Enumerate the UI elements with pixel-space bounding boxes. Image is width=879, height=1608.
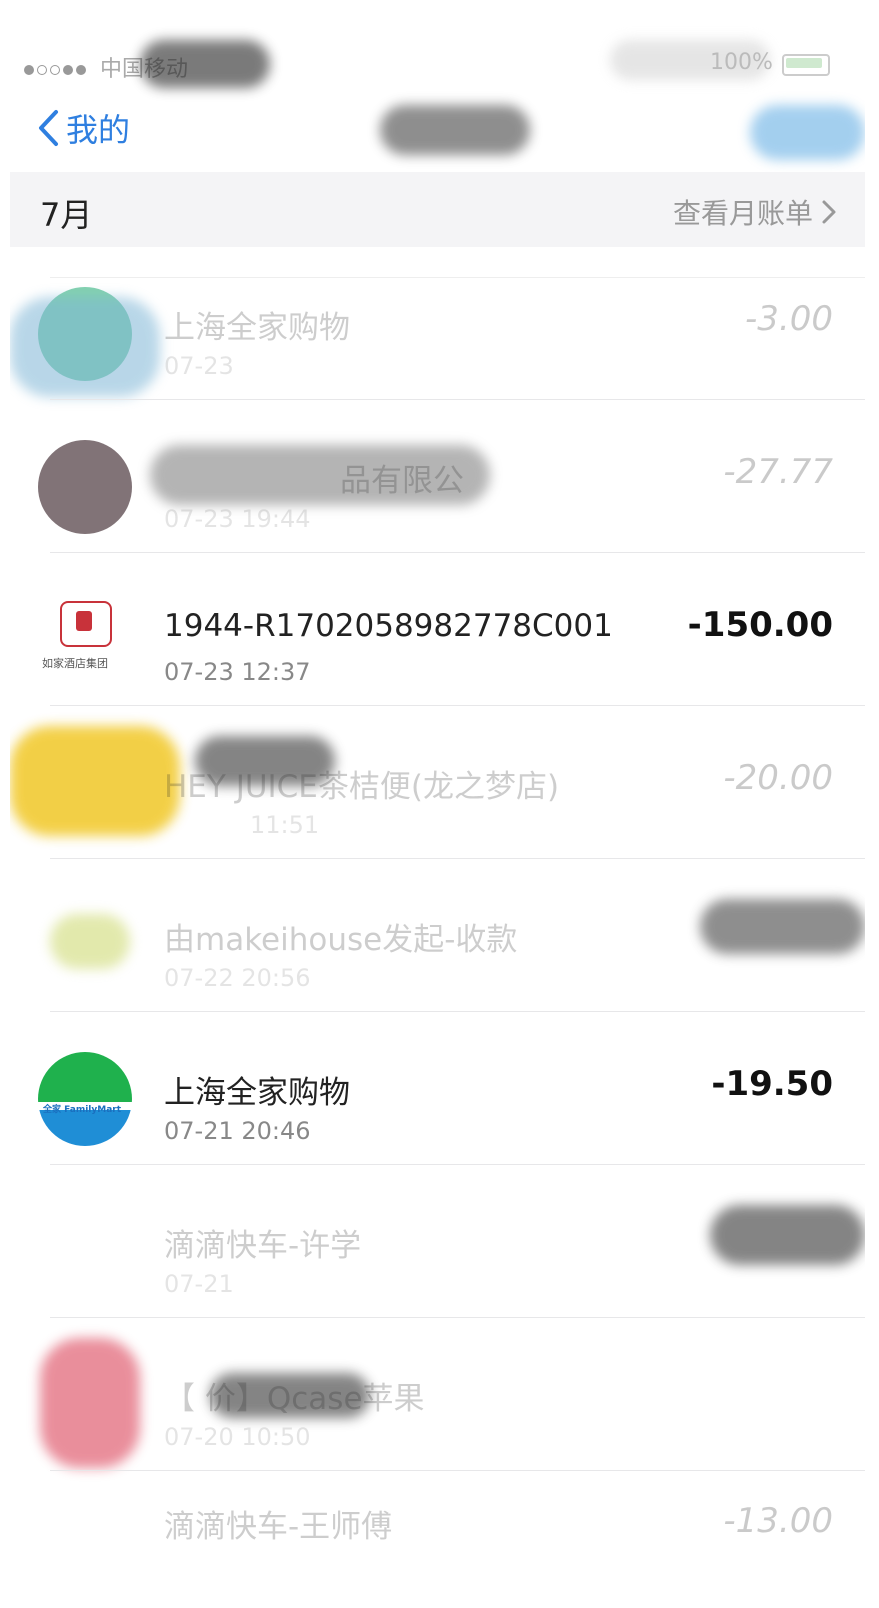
transaction-row[interactable]: 品有限公 07-23 19:44 -27.77 [10, 400, 865, 553]
transaction-amount: -150.00 [687, 605, 833, 645]
transaction-row[interactable]: HEY JUICE茶桔便(龙之梦店) 11:51 -20.00 [10, 706, 865, 859]
navigation-bar: 我的 [10, 95, 865, 170]
logo-caption: 如家酒店集团 [42, 657, 108, 670]
battery-percent: 100% [710, 50, 773, 75]
seal-icon [60, 601, 112, 647]
transaction-row[interactable]: 上海全家购物 07-23 -3.00 [10, 247, 865, 400]
redaction-mark [710, 1205, 865, 1265]
redaction-mark [10, 297, 160, 397]
transaction-title: HEY JUICE茶桔便(龙之梦店) [164, 769, 560, 805]
transaction-time: 07-23 12:37 [164, 658, 311, 686]
view-monthly-bill-link[interactable]: 查看月账单 [673, 192, 837, 232]
transaction-title: 滴滴快车-王师傅 [164, 1509, 393, 1545]
transaction-title: 上海全家购物 [164, 1075, 350, 1111]
transaction-amount: -19.50 [711, 1064, 833, 1104]
phone-screen: 中国移动 100% 我的 7月 查看月账单 上海全家购物 [10, 0, 865, 1608]
transaction-time: 07-23 [164, 352, 234, 380]
transaction-title: 上海全家购物 [164, 310, 350, 346]
transaction-title: 品有限公 [340, 463, 464, 499]
transaction-amount: -20.00 [723, 758, 833, 798]
transaction-time: 07-22 20:56 [164, 964, 311, 992]
transaction-amount: -13.00 [723, 1501, 833, 1541]
transaction-row[interactable]: 滴滴快车-许学 07-21 [10, 1165, 865, 1318]
logo-caption: 全家 FamilyMart [43, 1105, 122, 1115]
transaction-title: 由makeihouse发起-收款 [164, 922, 518, 958]
familymart-logo: 全家 FamilyMart [38, 1052, 132, 1146]
transaction-time: 11:51 [250, 811, 320, 839]
chevron-right-icon [822, 200, 836, 224]
transaction-time: 07-21 20:46 [164, 1117, 311, 1145]
month-label: 7月 [40, 196, 93, 234]
redaction-mark [380, 105, 530, 155]
transaction-time: 07-21 [164, 1270, 234, 1298]
transaction-row[interactable]: 滴滴快车-王师傅 -13.00 [10, 1471, 865, 1608]
transaction-title: 滴滴快车-许学 [164, 1228, 362, 1264]
redaction-mark [750, 105, 865, 160]
transaction-title: 1944-R1702058982778C001 [164, 608, 613, 644]
transaction-amount: -27.77 [723, 452, 833, 492]
transaction-time: 07-23 19:44 [164, 505, 311, 533]
redaction-mark [140, 40, 270, 88]
transaction-time: 07-20 10:50 [164, 1423, 311, 1451]
transaction-row[interactable]: 如家酒店集团 1944-R1702058982778C001 07-23 12:… [10, 553, 865, 706]
back-button[interactable]: 我的 [36, 103, 130, 153]
merchant-avatar [38, 440, 132, 534]
redaction-mark [10, 726, 180, 836]
redaction-mark [700, 899, 865, 954]
redaction-mark [50, 914, 130, 969]
transaction-list: 上海全家购物 07-23 -3.00 品有限公 07-23 19:44 -27.… [10, 247, 865, 1608]
back-label: 我的 [66, 111, 131, 149]
redaction-mark [40, 1338, 140, 1468]
status-bar: 中国移动 100% [10, 40, 865, 90]
chevron-left-icon [39, 110, 58, 146]
transaction-row[interactable]: 由makeihouse发起-收款 07-22 20:56 [10, 859, 865, 1012]
transaction-title: 【 价】Qcase苹果 [164, 1381, 425, 1417]
battery-icon [782, 54, 830, 76]
signal-strength-icon [24, 60, 89, 79]
transaction-row[interactable]: 全家 FamilyMart 上海全家购物 07-21 20:46 -19.50 [10, 1012, 865, 1165]
hotel-logo: 如家酒店集团 [38, 593, 132, 687]
transaction-amount: -3.00 [745, 299, 833, 339]
transaction-row[interactable]: 【 价】Qcase苹果 07-20 10:50 [10, 1318, 865, 1471]
month-section-header: 7月 查看月账单 [10, 172, 865, 247]
view-monthly-bill-label: 查看月账单 [672, 197, 813, 230]
